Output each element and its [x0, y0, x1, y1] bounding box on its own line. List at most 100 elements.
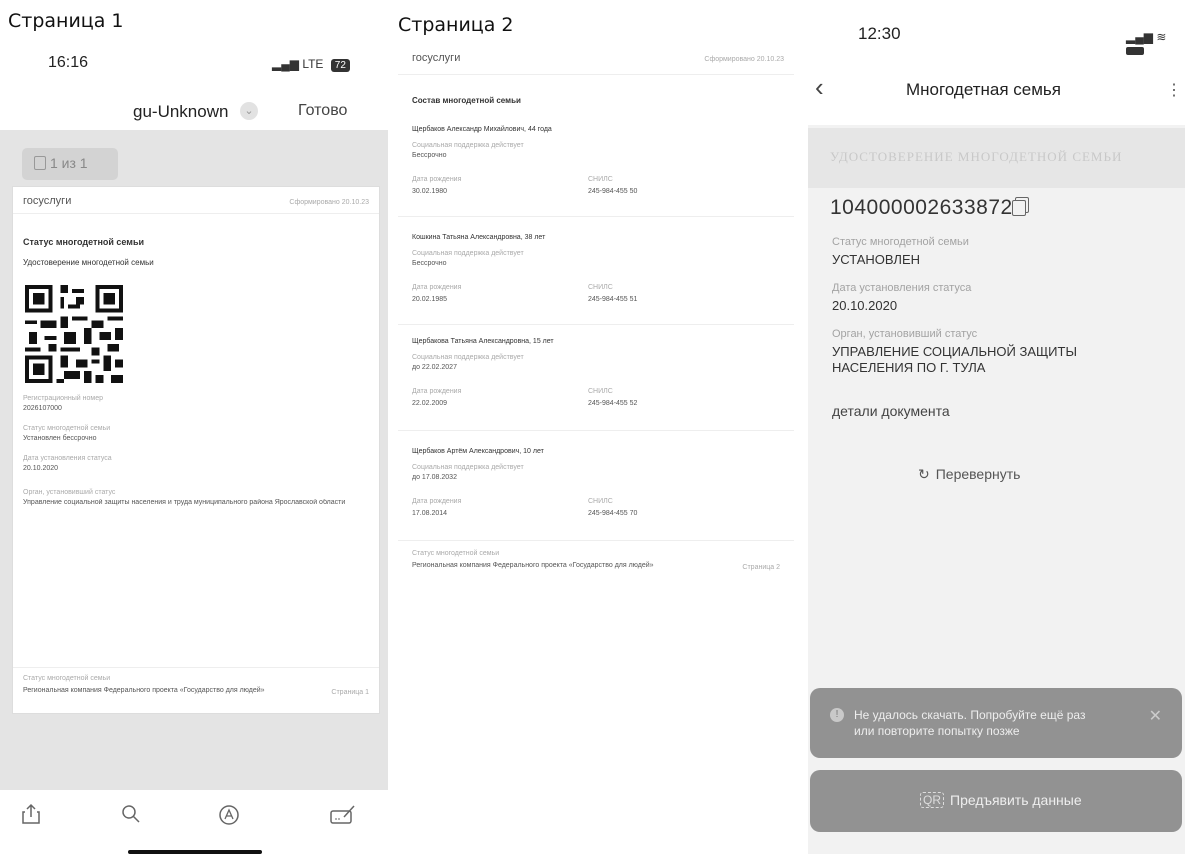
date-label: Дата установления статуса	[23, 455, 112, 462]
footer-label-2: Статус многодетной семьи	[412, 550, 500, 557]
support-label: Социальная поддержка действует	[412, 250, 524, 257]
signal-icon: ▂▄▆	[272, 57, 299, 71]
status-indicators-3: ▂▄▆ ≋	[1126, 30, 1185, 58]
signal-icon: ▂▄▆	[1126, 30, 1153, 44]
pdf-page-1: госуслуги Сформировано 20.10.23 Статус м…	[12, 186, 380, 714]
signature-icon[interactable]	[330, 804, 356, 826]
doc-stamp-2: Сформировано 20.10.23	[704, 56, 784, 63]
viewer-toolbar	[0, 795, 385, 845]
snils-label: СНИЛС	[588, 284, 613, 291]
status-label-3: Статус многодетной семьи	[832, 236, 969, 248]
rotate-icon: ↻	[918, 466, 930, 482]
qr-scan-icon: QR	[920, 792, 944, 808]
card-header-text: УДОСТОВЕРЕНИЕ МНОГОДЕТНОЙ СЕМЬИ	[830, 149, 1123, 164]
status-time: 16:16	[48, 54, 89, 71]
flip-button[interactable]: ↻ Перевернуть	[918, 466, 1020, 483]
snils-value: 245-984-455 50	[588, 188, 638, 195]
member-name: Щербакова Татьяна Александровна, 15 лет	[412, 338, 554, 345]
done-button[interactable]: Готово	[298, 102, 347, 120]
support-value: до 17.08.2032	[412, 474, 457, 481]
status-value: Установлен бессрочно	[23, 435, 97, 442]
page2-label: Страница 2	[398, 14, 514, 36]
doc-heading: Статус многодетной семьи	[23, 237, 145, 247]
doc-subheading: Удостоверение многодетной семьи	[23, 258, 154, 267]
close-icon[interactable]: ✕	[1149, 706, 1162, 726]
page-counter[interactable]: 1 из 1	[22, 148, 118, 180]
status-bar-1: 16:16 ▂▄▆ LTE 72	[0, 48, 385, 78]
snils-label: СНИЛС	[588, 498, 613, 505]
present-data-button[interactable]: QR Предъявить данные	[810, 770, 1182, 832]
toast-line2: или повторите попытку позже	[854, 724, 1020, 738]
organ-value-line2: НАСЕЛЕНИЯ ПО Г. ТУЛА	[832, 360, 986, 375]
support-value: Бессрочно	[412, 260, 447, 267]
support-value: Бессрочно	[412, 152, 447, 159]
warning-icon: !	[830, 708, 844, 722]
error-toast: ! Не удалось скачать. Попробуйте ещё раз…	[810, 688, 1182, 758]
battery-icon	[1126, 47, 1144, 55]
copy-icon[interactable]	[1012, 200, 1026, 216]
qr-code	[25, 285, 123, 383]
flip-label: Перевернуть	[935, 466, 1021, 482]
wifi-icon: ≋	[1156, 30, 1167, 44]
screen-title: Многодетная семья	[906, 80, 1061, 99]
footer-page: Страница 1	[331, 689, 369, 696]
page1-label: Страница 1	[8, 10, 124, 32]
search-icon[interactable]	[120, 803, 142, 825]
snils-label: СНИЛС	[588, 176, 613, 183]
organ-label-3: Орган, установивший статус	[832, 328, 978, 340]
card-header: УДОСТОВЕРЕНИЕ МНОГОДЕТНОЙ СЕМЬИ	[808, 128, 1185, 188]
toast-line1: Не удалось скачать. Попробуйте ещё раз	[854, 708, 1086, 722]
footer-page-2: Страница 2	[742, 564, 780, 571]
family-title: Состав многодетной семьи	[412, 96, 521, 105]
dob-label: Дата рождения	[412, 176, 462, 183]
pdf-page-2: госуслуги Сформировано 20.10.23 Состав м…	[398, 46, 794, 586]
chevron-down-icon[interactable]: ⌄	[240, 102, 258, 120]
organ-label: Орган, установивший статус	[23, 489, 116, 496]
page-counter-text: 1 из 1	[50, 155, 88, 171]
present-data-label: Предъявить данные	[950, 792, 1082, 808]
gosuslugi-logo-2: госуслуги	[412, 52, 461, 64]
dob-value: 20.02.1985	[412, 296, 448, 303]
support-label: Социальная поддержка действует	[412, 354, 524, 361]
footer-text: Региональная компания Федерального проек…	[23, 687, 265, 694]
network-type: LTE	[302, 57, 324, 71]
support-label: Социальная поддержка действует	[412, 464, 524, 471]
support-label: Социальная поддержка действует	[412, 142, 524, 149]
snils-value: 245-984-455 51	[588, 296, 638, 303]
member-name: Щербаков Артём Александрович, 10 лет	[412, 448, 544, 455]
gosuslugi-logo: госуслуги	[23, 195, 72, 207]
snils-value: 245-984-455 70	[588, 510, 638, 517]
organ-value: Управление социальной защиты населения и…	[23, 499, 346, 506]
markup-icon[interactable]	[218, 804, 240, 826]
status-value-3: УСТАНОВЛЕН	[832, 252, 921, 267]
status-time-3: 12:30	[858, 24, 901, 43]
share-icon[interactable]	[20, 803, 42, 825]
support-value: до 22.02.2027	[412, 364, 457, 371]
dob-label: Дата рождения	[412, 284, 462, 291]
back-arrow-icon[interactable]: ‹	[815, 74, 824, 100]
dob-value: 22.02.2009	[412, 400, 448, 407]
date-value: 20.10.2020	[23, 465, 59, 472]
member-name: Кошкина Татьяна Александровна, 38 лет	[412, 234, 546, 241]
dob-value: 17.08.2014	[412, 510, 448, 517]
home-indicator	[128, 850, 262, 854]
footer-text-2: Региональная компания Федерального проек…	[412, 562, 654, 569]
status-label: Статус многодетной семьи	[23, 425, 111, 432]
page-icon	[34, 156, 46, 170]
reg-number-label: Регистрационный номер	[23, 395, 103, 402]
snils-value: 245-984-455 52	[588, 400, 638, 407]
doc-stamp: Сформировано 20.10.23	[289, 199, 369, 206]
member-name: Щербаков Александр Михайлович, 44 года	[412, 126, 552, 133]
battery-icon: 72	[330, 59, 350, 72]
organ-value-line1: УПРАВЛЕНИЕ СОЦИАЛЬНОЙ ЗАЩИТЫ	[832, 344, 1077, 359]
footer-label: Статус многодетной семьи	[23, 675, 111, 682]
status-indicators: ▂▄▆ LTE 72	[272, 57, 350, 72]
viewer-nav-bar: gu-Unknown ⌄ Готово	[0, 98, 385, 128]
certificate-number: 104000002633872	[830, 196, 1013, 219]
document-details-link[interactable]: детали документа	[832, 403, 950, 419]
more-menu-icon[interactable]: ⋮	[1166, 80, 1182, 100]
dob-label: Дата рождения	[412, 388, 462, 395]
snils-label: СНИЛС	[588, 388, 613, 395]
date-value-3: 20.10.2020	[832, 298, 898, 313]
dob-value: 30.02.1980	[412, 188, 448, 195]
